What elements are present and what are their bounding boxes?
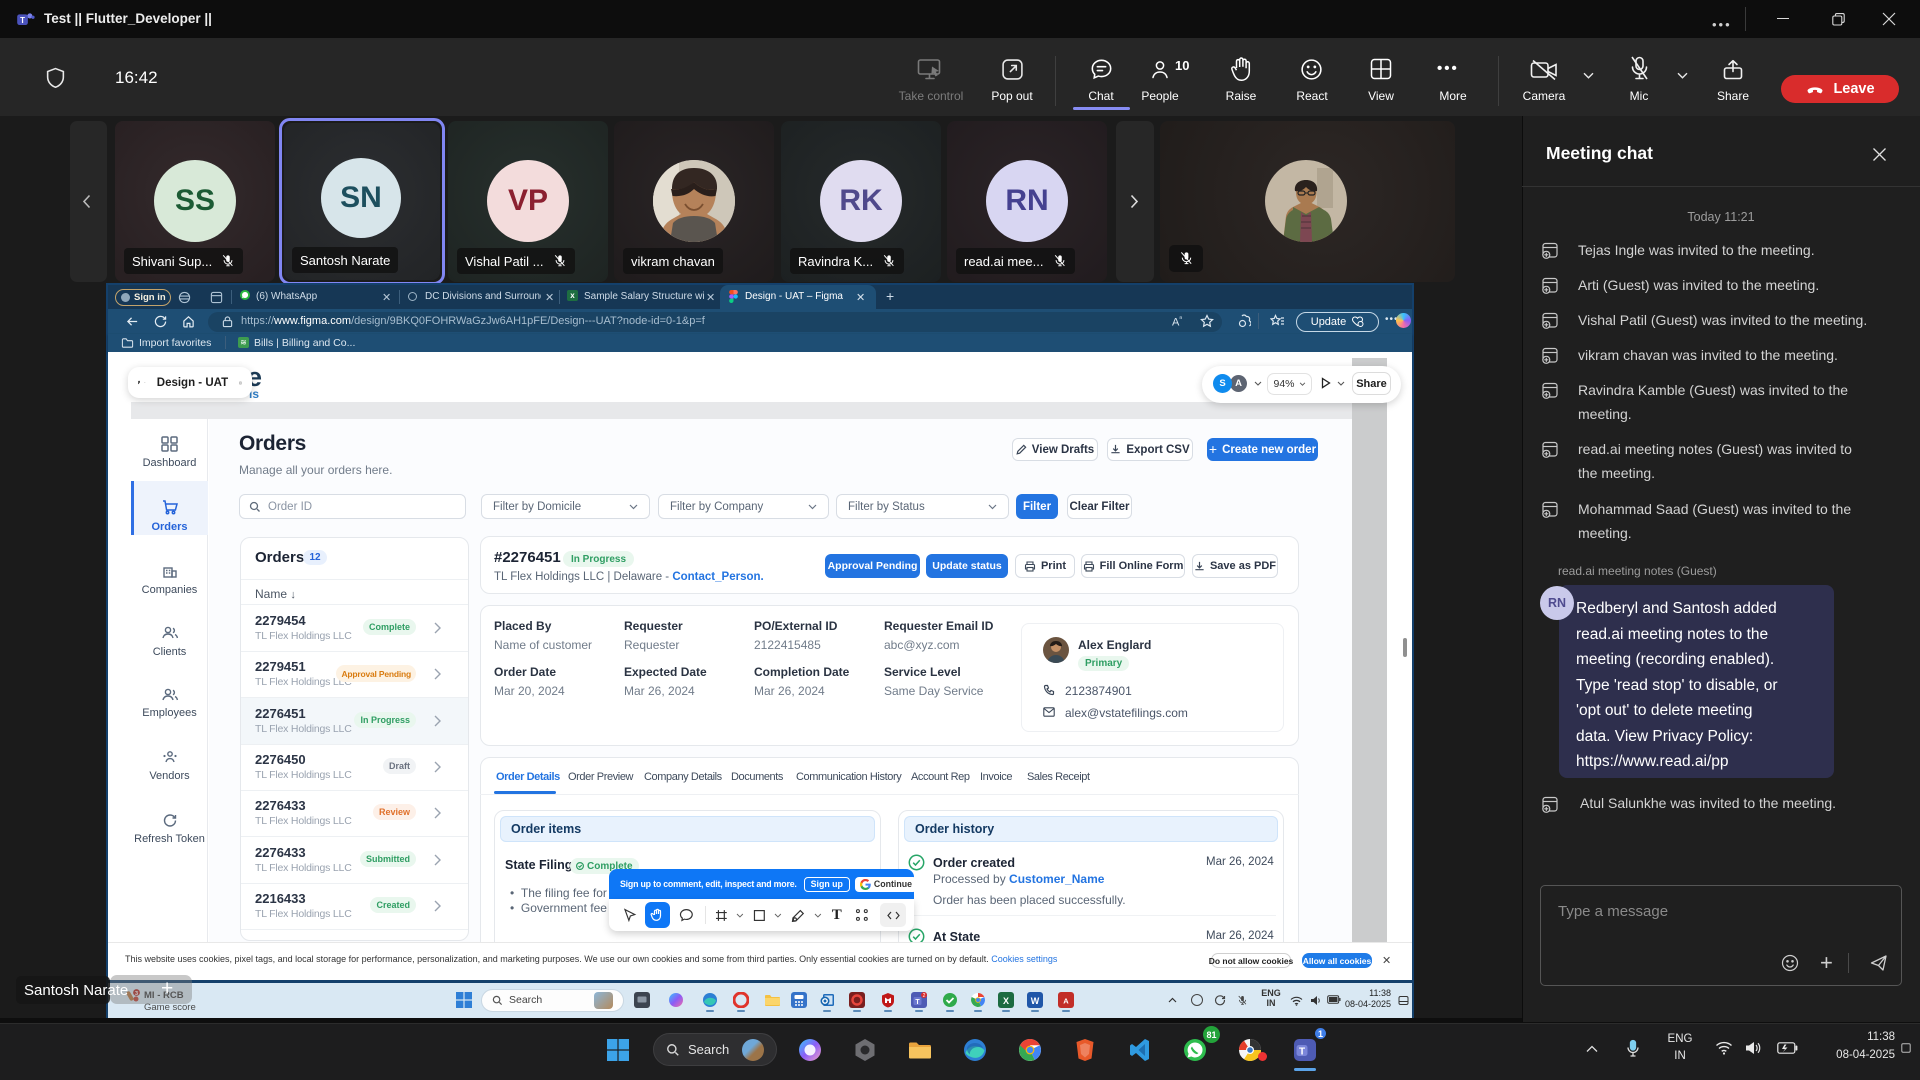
svg-text:T: T bbox=[20, 16, 25, 25]
svg-text:A: A bbox=[1063, 997, 1069, 1006]
svg-text:X: X bbox=[1003, 996, 1009, 1006]
svg-text:W: W bbox=[1031, 996, 1040, 1006]
svg-text:2: 2 bbox=[923, 993, 926, 999]
svg-text:T: T bbox=[1299, 1047, 1305, 1058]
svg-text:T: T bbox=[915, 999, 920, 1006]
